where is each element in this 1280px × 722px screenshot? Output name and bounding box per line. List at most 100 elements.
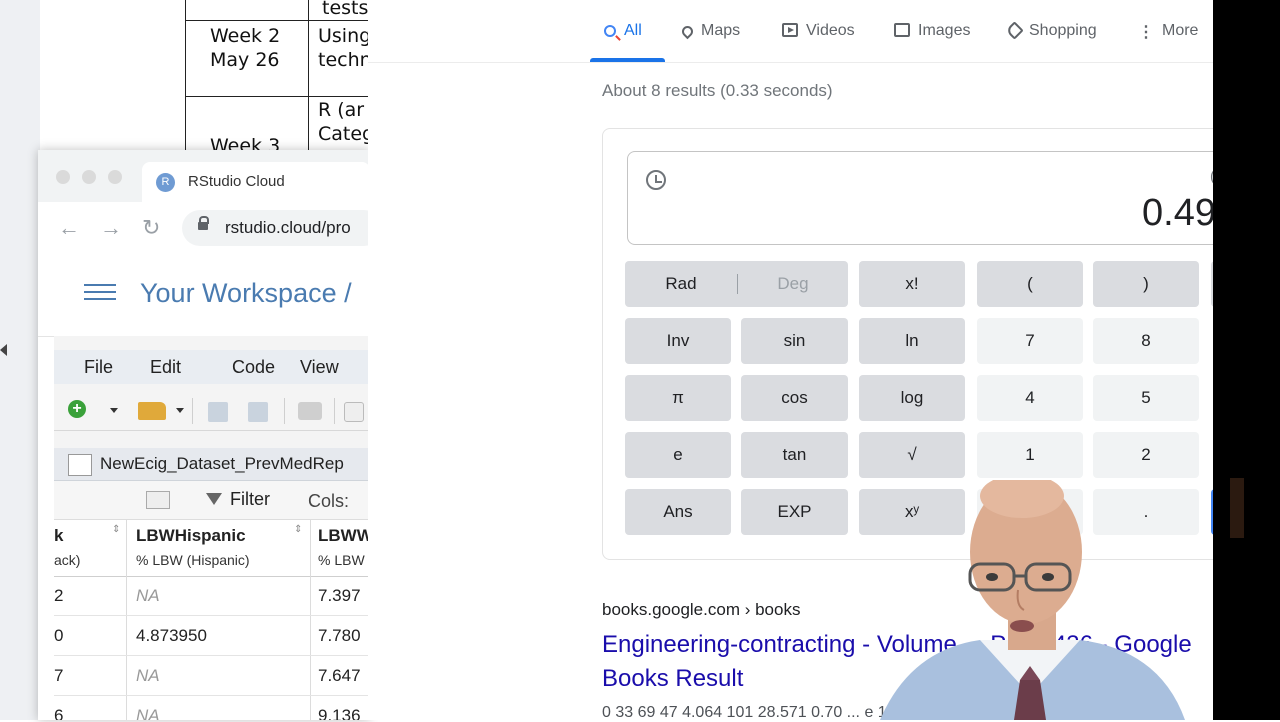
print-icon[interactable] <box>298 402 322 420</box>
menu-edit[interactable]: Edit <box>150 357 181 378</box>
result-snippet: 0 33 69 47 4.064 101 28.571 0.70 ... e 1 <box>602 704 887 721</box>
address-bar[interactable]: rstudio.cloud/pro <box>182 210 382 246</box>
key-ans[interactable]: Ans <box>625 489 731 535</box>
tab-all[interactable]: All <box>604 22 642 40</box>
calculator-display: ( 0.49 <box>627 151 1229 245</box>
result-source[interactable]: books.google.com › books <box>602 600 800 620</box>
column-header[interactable]: k ack) ⇕ <box>54 520 126 577</box>
table-cell[interactable]: 6 <box>54 696 126 720</box>
key-open-paren[interactable]: ( <box>977 261 1083 307</box>
table-cell[interactable]: 2 <box>54 576 126 616</box>
presenter-figure <box>880 480 1185 720</box>
sort-arrows-icon[interactable]: ⇕ <box>294 524 302 535</box>
key-factorial[interactable]: x! <box>859 261 965 307</box>
column-header-subtitle: % LBW (Hispanic) <box>136 552 250 568</box>
table-cell: tests, <box>322 0 375 19</box>
key-2[interactable]: 2 <box>1093 432 1199 478</box>
tab-maps[interactable]: Maps <box>679 22 740 40</box>
key-tan[interactable]: tan <box>741 432 848 478</box>
data-viewer-tab-label: NewEcig_Dataset_PrevMedRep <box>100 454 344 473</box>
save-icon[interactable] <box>208 402 228 422</box>
deg-option[interactable]: Deg <box>738 261 848 307</box>
rad-option[interactable]: Rad <box>625 261 737 307</box>
reload-icon[interactable]: ↻ <box>142 214 160 242</box>
browser-tab[interactable]: R RStudio Cloud <box>142 162 370 202</box>
menu-code[interactable]: Code <box>232 357 275 378</box>
key-sqrt[interactable]: √ <box>859 432 965 478</box>
table-divider <box>308 0 309 160</box>
result-stats: About 8 results (0.33 seconds) <box>602 81 833 100</box>
column-header-subtitle: % LBW <box>318 552 365 568</box>
key-5[interactable]: 5 <box>1093 375 1199 421</box>
data-viewer-tab[interactable]: NewEcig_Dataset_PrevMedRep <box>54 448 370 481</box>
tools-icon[interactable] <box>344 402 364 422</box>
data-grid: k ack) ⇕ LBWHispanic % LBW (Hispanic) ⇕ … <box>54 520 370 720</box>
table-cell[interactable]: NA <box>126 576 320 616</box>
data-viewer-toolbar: Filter Cols: <box>54 481 370 520</box>
collapse-arrow-icon[interactable] <box>0 344 7 356</box>
hamburger-menu-icon[interactable] <box>84 284 116 302</box>
new-file-plus-icon[interactable]: + <box>68 400 86 418</box>
tab-shopping[interactable]: Shopping <box>1005 21 1097 40</box>
more-vertical-icon: ⋮ <box>1138 24 1154 41</box>
table-cell[interactable]: 0 <box>54 616 126 656</box>
rstudio-favicon-icon: R <box>156 173 175 192</box>
column-header[interactable]: LBWW % LBW <box>310 520 370 577</box>
table-cell[interactable]: NA <box>126 696 320 720</box>
key-log[interactable]: log <box>859 375 965 421</box>
column-header-subtitle: ack) <box>54 552 81 568</box>
table-cell[interactable]: 7 <box>54 656 126 696</box>
key-e[interactable]: e <box>625 432 731 478</box>
key-7[interactable]: 7 <box>977 318 1083 364</box>
rstudio-ide: File Edit Code View + NewEcig_Dataset_Pr… <box>54 336 370 720</box>
video-play-icon <box>782 23 798 37</box>
column-header[interactable]: LBWHispanic % LBW (Hispanic) ⇕ <box>126 520 310 577</box>
key-1[interactable]: 1 <box>977 432 1083 478</box>
save-all-icon[interactable] <box>248 402 268 422</box>
table-cell[interactable]: 4.873950 <box>126 616 320 656</box>
popout-icon[interactable] <box>146 491 170 509</box>
key-inv[interactable]: Inv <box>625 318 731 364</box>
filter-funnel-icon[interactable] <box>206 493 222 505</box>
key-4[interactable]: 4 <box>977 375 1083 421</box>
key-8[interactable]: 8 <box>1093 318 1199 364</box>
minimize-window-button[interactable] <box>82 170 96 184</box>
menu-view[interactable]: View <box>300 357 339 378</box>
tab-images[interactable]: Images <box>894 22 970 40</box>
table-cell[interactable]: 7.397 <box>310 576 370 616</box>
open-dropdown-icon[interactable] <box>176 408 184 413</box>
maximize-window-button[interactable] <box>108 170 122 184</box>
table-cell[interactable]: 9.136 <box>310 696 370 720</box>
key-sin[interactable]: sin <box>741 318 848 364</box>
toolbar-separator <box>192 398 193 424</box>
key-ln[interactable]: ln <box>859 318 965 364</box>
key-close-paren[interactable]: ) <box>1093 261 1199 307</box>
filter-button[interactable]: Filter <box>230 489 270 510</box>
history-icon[interactable] <box>646 170 666 190</box>
url-text: rstudio.cloud/pro <box>225 218 351 237</box>
rstudio-browser-window: R RStudio Cloud ← → ↻ rstudio.cloud/pro … <box>38 150 382 720</box>
ide-menubar: File Edit Code View <box>54 350 370 384</box>
table-divider <box>186 20 386 21</box>
tab-more[interactable]: ⋮ More <box>1138 22 1198 42</box>
toolbar-separator <box>284 398 285 424</box>
tab-videos[interactable]: Videos <box>782 22 855 40</box>
column-header-title: LBWHispanic <box>136 526 246 545</box>
key-exp[interactable]: EXP <box>741 489 848 535</box>
browser-toolbar: ← → ↻ rstudio.cloud/pro <box>38 202 382 255</box>
table-cell[interactable]: 7.647 <box>310 656 370 696</box>
menu-file[interactable]: File <box>84 357 113 378</box>
table-cell[interactable]: 7.780 <box>310 616 370 656</box>
workspace-title[interactable]: Your Workspace / <box>140 278 352 309</box>
key-pi[interactable]: π <box>625 375 731 421</box>
table-cell[interactable]: NA <box>126 656 320 696</box>
open-folder-icon[interactable] <box>138 402 166 420</box>
rad-deg-toggle[interactable]: Rad Deg <box>625 261 848 307</box>
back-arrow-icon[interactable]: ← <box>58 214 80 242</box>
toolbar-separator <box>334 398 335 424</box>
sort-arrows-icon[interactable]: ⇕ <box>112 524 120 535</box>
key-cos[interactable]: cos <box>741 375 848 421</box>
new-file-dropdown-icon[interactable] <box>110 408 118 413</box>
close-window-button[interactable] <box>56 170 70 184</box>
forward-arrow-icon[interactable]: → <box>100 214 122 242</box>
